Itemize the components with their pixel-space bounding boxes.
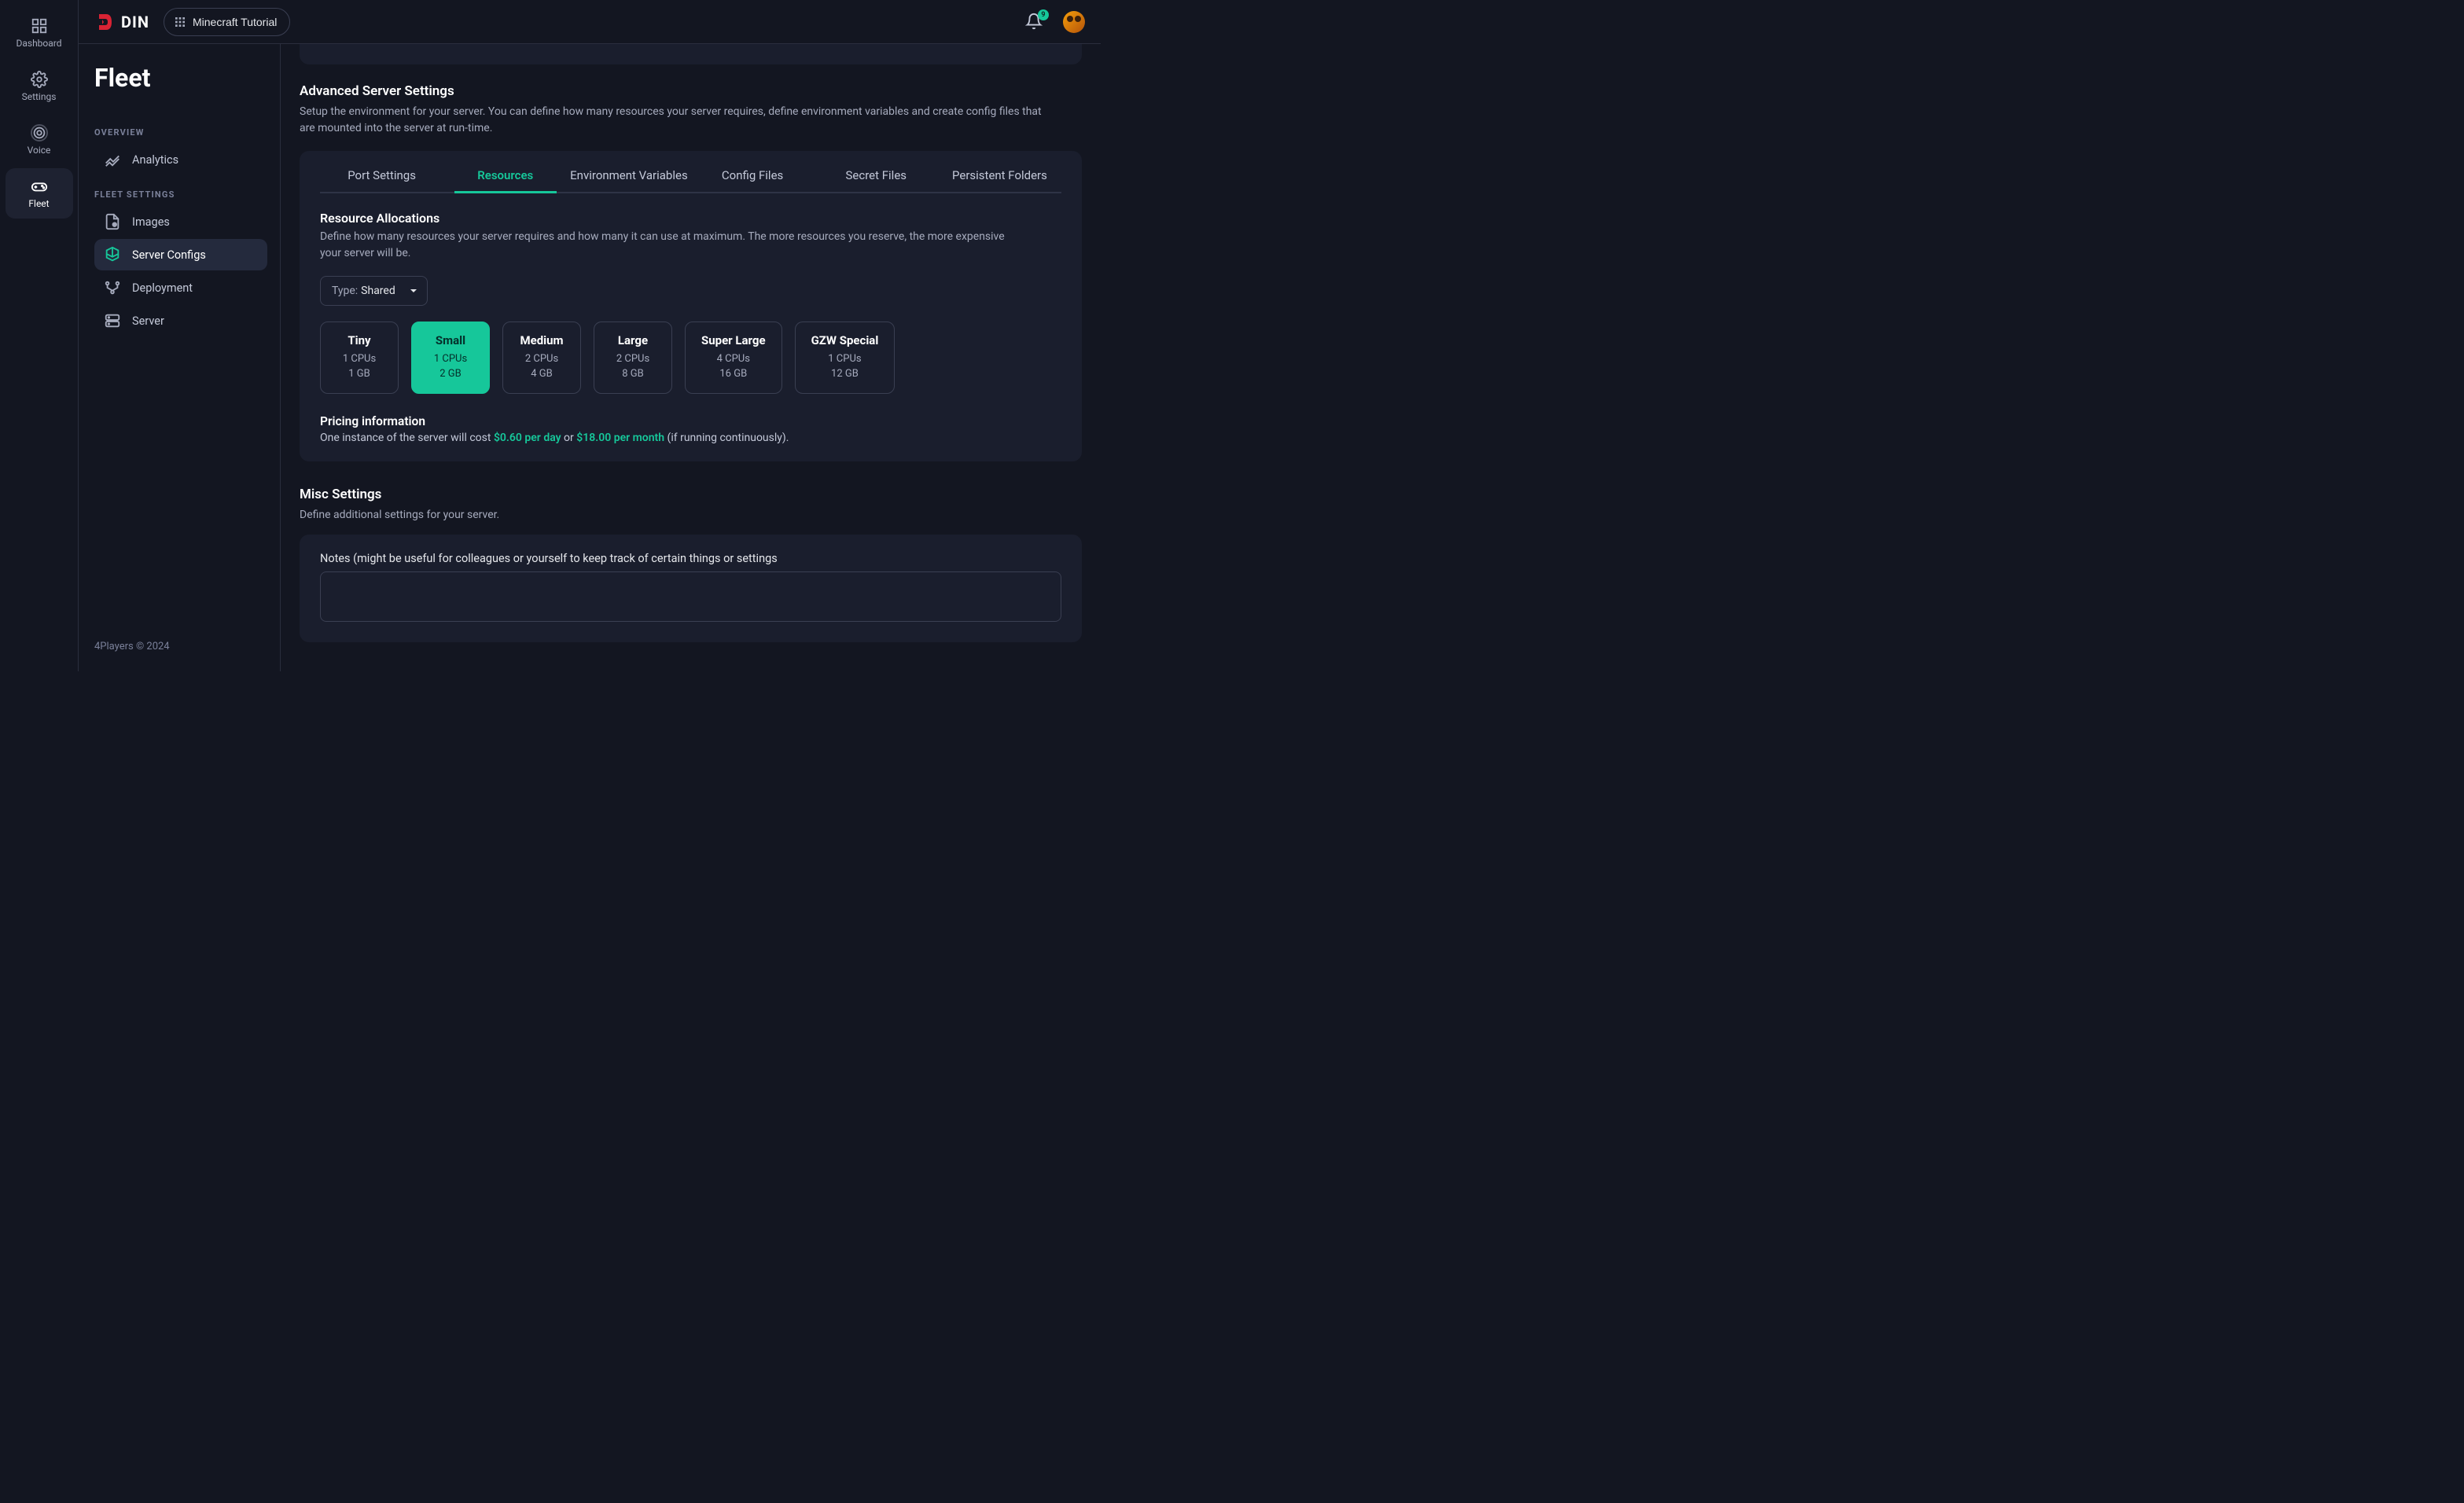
pricing-title: Pricing information [320, 414, 1061, 428]
rail-voice-label: Voice [28, 145, 51, 156]
file-image-icon [104, 213, 121, 230]
tier-small[interactable]: Small 1 CPUs 2 GB [411, 322, 490, 394]
tier-name: Small [428, 333, 473, 347]
nav-rail: Dashboard Settings Voice Fleet [0, 0, 79, 671]
pricing-day: $0.60 per day [494, 432, 561, 444]
advanced-title: Advanced Server Settings [300, 83, 1082, 99]
tier-gzw-special[interactable]: GZW Special 1 CPUs 12 GB [795, 322, 895, 394]
tier-ram: 8 GB [610, 367, 656, 382]
advanced-desc: Setup the environment for your server. Y… [300, 104, 1054, 137]
topbar: DIN Minecraft Tutorial 9 [79, 0, 1101, 44]
rail-settings[interactable]: Settings [6, 61, 73, 112]
type-select-value: Shared [361, 285, 395, 297]
tab-resources[interactable]: Resources [443, 168, 567, 192]
dashboard-icon [31, 17, 48, 35]
brand-logo[interactable]: DIN [94, 11, 149, 33]
brand-text: DIN [121, 13, 149, 31]
sidebar-item-analytics[interactable]: Analytics [94, 144, 267, 175]
tier-name: GZW Special [811, 333, 879, 347]
page-title: Fleet [94, 63, 267, 93]
chevron-down-icon [410, 287, 417, 295]
rail-settings-label: Settings [22, 91, 57, 102]
misc-card: Notes (might be useful for colleagues or… [300, 535, 1082, 642]
notes-input[interactable] [320, 571, 1061, 622]
sidebar-item-label: Server Configs [132, 248, 206, 262]
tab-persistent-folders[interactable]: Persistent Folders [938, 168, 1061, 192]
server-configs-icon [104, 246, 121, 263]
resources-title: Resource Allocations [320, 211, 1061, 226]
tier-ram: 1 GB [337, 367, 382, 382]
deployment-icon [104, 279, 121, 296]
rail-fleet-label: Fleet [28, 198, 49, 209]
rail-dashboard-label: Dashboard [16, 38, 61, 49]
sidebar-item-images[interactable]: Images [94, 206, 267, 237]
tier-ram: 12 GB [811, 367, 879, 382]
pricing-or: or [561, 432, 577, 444]
resources-desc: Define how many resources your server re… [320, 229, 1028, 262]
gamepad-icon [31, 178, 48, 195]
rail-fleet[interactable]: Fleet [6, 168, 73, 219]
tier-cpus: 2 CPUs [610, 352, 656, 367]
type-select[interactable]: Type: Shared [320, 276, 428, 306]
tier-cpus: 1 CPUs [811, 352, 879, 367]
avatar[interactable] [1063, 11, 1085, 33]
rail-voice[interactable]: Voice [6, 115, 73, 165]
tab-port-settings[interactable]: Port Settings [320, 168, 443, 192]
sidebar-item-label: Deployment [132, 281, 193, 295]
tier-ram: 16 GB [701, 367, 766, 382]
tier-cpus: 1 CPUs [428, 352, 473, 367]
content: Advanced Server Settings Setup the envir… [281, 44, 1101, 671]
sidebar-item-server-configs[interactable]: Server Configs [94, 239, 267, 270]
tier-name: Tiny [337, 333, 382, 347]
voice-icon [31, 124, 48, 141]
tier-large[interactable]: Large 2 CPUs 8 GB [594, 322, 672, 394]
tier-medium[interactable]: Medium 2 CPUs 4 GB [502, 322, 581, 394]
server-icon [104, 312, 121, 329]
tier-tiny[interactable]: Tiny 1 CPUs 1 GB [320, 322, 399, 394]
analytics-icon [104, 151, 121, 168]
tier-cpus: 2 CPUs [519, 352, 565, 367]
tab-config-files[interactable]: Config Files [691, 168, 815, 192]
resource-tier-row: Tiny 1 CPUs 1 GB Small 1 CPUs 2 GB Mediu… [320, 322, 1061, 394]
misc-desc: Define additional settings for your serv… [300, 507, 1054, 524]
sidebar-item-deployment[interactable]: Deployment [94, 272, 267, 303]
apps-icon [174, 16, 186, 28]
tab-secret-files[interactable]: Secret Files [815, 168, 938, 192]
sidebar-item-label: Analytics [132, 153, 178, 167]
tier-cpus: 1 CPUs [337, 352, 382, 367]
tier-cpus: 4 CPUs [701, 352, 766, 367]
notes-label: Notes (might be useful for colleagues or… [320, 552, 1061, 565]
pricing-month: $18.00 per month [576, 432, 664, 444]
type-select-label: Type: [332, 285, 358, 297]
breadcrumb-label: Minecraft Tutorial [193, 16, 277, 28]
sidebar-group-overview: OVERVIEW [94, 127, 267, 138]
tier-name: Medium [519, 333, 565, 347]
sidebar-group-fleet-settings: FLEET SETTINGS [94, 189, 267, 200]
tier-name: Super Large [701, 333, 766, 347]
pricing-prefix: One instance of the server will cost [320, 432, 494, 444]
sidebar: Fleet OVERVIEW Analytics FLEET SETTINGS … [79, 44, 281, 671]
tier-super-large[interactable]: Super Large 4 CPUs 16 GB [685, 322, 782, 394]
breadcrumb-app[interactable]: Minecraft Tutorial [164, 8, 290, 36]
notification-badge: 9 [1038, 9, 1049, 20]
notifications-button[interactable]: 9 [1025, 13, 1044, 31]
advanced-card: Port Settings Resources Environment Vari… [300, 151, 1082, 461]
sidebar-item-label: Server [132, 314, 164, 328]
sidebar-item-server[interactable]: Server [94, 305, 267, 336]
logo-icon [94, 11, 116, 33]
tier-ram: 2 GB [428, 367, 473, 382]
tabs: Port Settings Resources Environment Vari… [320, 168, 1061, 193]
misc-title: Misc Settings [300, 487, 1082, 502]
pricing-line: One instance of the server will cost $0.… [320, 432, 1061, 444]
sidebar-item-label: Images [132, 215, 170, 229]
gear-icon [31, 71, 48, 88]
tab-env-vars[interactable]: Environment Variables [567, 168, 690, 192]
prev-card-edge [300, 44, 1082, 64]
rail-dashboard[interactable]: Dashboard [6, 8, 73, 58]
tier-ram: 4 GB [519, 367, 565, 382]
tier-name: Large [610, 333, 656, 347]
pricing-suffix: (if running continuously). [664, 432, 789, 444]
sidebar-footer: 4Players © 2024 [94, 641, 267, 662]
